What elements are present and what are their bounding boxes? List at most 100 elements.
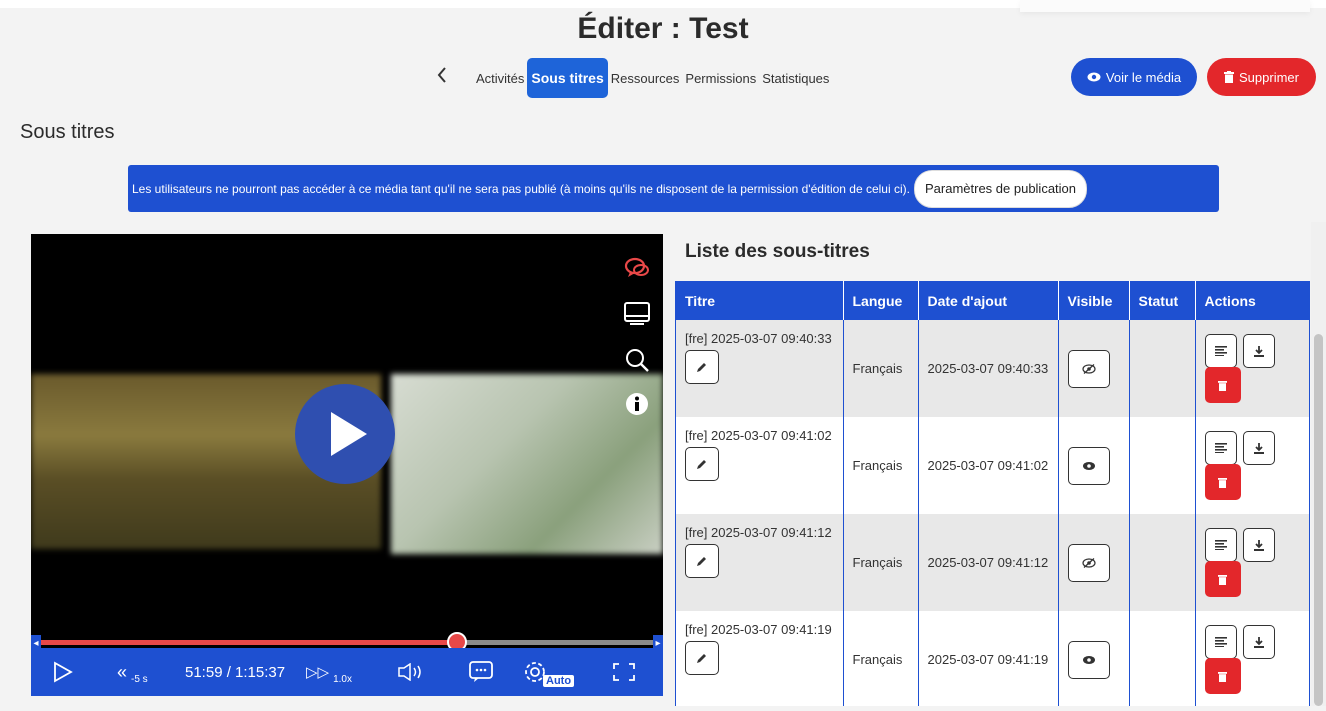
- text-lines-icon: [1214, 443, 1227, 453]
- tab-sous-titres[interactable]: Sous titres: [527, 58, 608, 98]
- subtitles-table: Titre Langue Date d'ajout Visible Statut…: [676, 281, 1309, 706]
- speed-label: 1.0x: [333, 673, 352, 685]
- chat-icon[interactable]: [621, 252, 653, 284]
- text-lines-icon: [1214, 540, 1227, 550]
- download-button[interactable]: [1242, 431, 1275, 465]
- delete-label: Supprimer: [1239, 69, 1299, 85]
- speed-button[interactable]: ▷▷ 1.0x: [306, 648, 352, 696]
- delete-subtitle-button[interactable]: [1204, 561, 1241, 597]
- eye-slash-icon: [1081, 557, 1096, 568]
- cell-language: Français: [843, 514, 919, 611]
- top-right-panel: [1020, 0, 1310, 12]
- visibility-toggle[interactable]: [1067, 349, 1110, 388]
- tab-activites[interactable]: Activités: [473, 71, 527, 86]
- eye-icon: [1082, 461, 1095, 470]
- download-button[interactable]: [1242, 334, 1275, 368]
- view-text-button[interactable]: [1204, 528, 1237, 562]
- subtitle-title: [fre] 2025-03-07 09:41:02: [685, 428, 832, 443]
- subtitles-table-wrap: Titre Langue Date d'ajout Visible Statut…: [675, 281, 1310, 706]
- pencil-icon: [697, 557, 706, 566]
- tab-permissions[interactable]: Permissions: [682, 71, 759, 86]
- trash-icon: [1218, 477, 1227, 488]
- video-player[interactable]: ◂ ▸ « -5 s 51:59 / 1:15:37 ▷▷ 1.0x Auto: [31, 234, 663, 696]
- progress-fill: [41, 640, 458, 645]
- trash-icon: [1218, 671, 1227, 682]
- delete-subtitle-button[interactable]: [1204, 658, 1241, 694]
- play-icon[interactable]: [53, 648, 73, 696]
- cell-date: 2025-03-07 09:41:19: [918, 611, 1059, 706]
- edit-button[interactable]: [685, 350, 719, 384]
- cell-status: [1129, 417, 1196, 514]
- subtitle-title: [fre] 2025-03-07 09:41:19: [685, 622, 832, 637]
- delete-subtitle-button[interactable]: [1204, 464, 1241, 500]
- subtitle-title: [fre] 2025-03-07 09:41:12: [685, 525, 832, 540]
- cell-date: 2025-03-07 09:41:02: [918, 417, 1059, 514]
- scroll-thumb[interactable]: [1314, 334, 1323, 706]
- visibility-toggle[interactable]: [1067, 446, 1110, 485]
- visibility-toggle[interactable]: [1067, 640, 1110, 679]
- table-header-row: Titre Langue Date d'ajout Visible Statut…: [676, 281, 1309, 320]
- download-icon: [1253, 443, 1264, 454]
- pencil-icon: [697, 363, 706, 372]
- fullscreen-icon[interactable]: [613, 648, 635, 696]
- eye-slash-icon: [1081, 363, 1096, 374]
- page-scrollbar[interactable]: [1311, 222, 1326, 706]
- subtitles-icon[interactable]: [469, 648, 493, 696]
- visibility-toggle[interactable]: [1067, 543, 1110, 582]
- cell-language: Français: [843, 611, 919, 706]
- edit-button[interactable]: [685, 641, 719, 675]
- view-media-label: Voir le média: [1105, 69, 1182, 85]
- cell-language: Français: [843, 320, 919, 417]
- cell-visible: [1058, 320, 1130, 417]
- download-button[interactable]: [1242, 528, 1275, 562]
- download-icon: [1253, 540, 1264, 551]
- time-display: 51:59 / 1:15:37: [185, 663, 286, 681]
- view-media-button[interactable]: Voir le média: [1071, 58, 1197, 96]
- cell-visible: [1058, 514, 1130, 611]
- edit-button[interactable]: [685, 447, 719, 481]
- col-date: Date d'ajout: [918, 281, 1059, 320]
- play-overlay-button[interactable]: [295, 384, 395, 484]
- tab-bar: Activités Sous titres Ressources Permiss…: [473, 57, 832, 99]
- screen-icon[interactable]: [621, 298, 653, 330]
- fast-forward-icon: ▷▷: [306, 664, 330, 681]
- table-row: [fre] 2025-03-07 09:41:12 Français 2025-…: [676, 514, 1309, 611]
- cell-actions: [1195, 611, 1309, 706]
- cell-visible: [1058, 611, 1130, 706]
- progress-bar[interactable]: [41, 632, 653, 652]
- col-actions: Actions: [1195, 281, 1309, 320]
- rewind-label: -5 s: [131, 673, 148, 685]
- delete-button[interactable]: Supprimer: [1207, 58, 1316, 96]
- tab-statistiques[interactable]: Statistiques: [759, 71, 832, 86]
- table-row: [fre] 2025-03-07 09:40:33 Français 2025-…: [676, 320, 1309, 417]
- delete-subtitle-button[interactable]: [1204, 367, 1241, 403]
- edit-button[interactable]: [685, 544, 719, 578]
- view-text-button[interactable]: [1204, 334, 1237, 368]
- cell-actions: [1195, 514, 1309, 611]
- player-controls: « -5 s 51:59 / 1:15:37 ▷▷ 1.0x Auto: [31, 648, 663, 696]
- cell-language: Français: [843, 417, 919, 514]
- rewind-button[interactable]: « -5 s: [117, 648, 148, 696]
- download-icon: [1253, 637, 1264, 648]
- pencil-icon: [697, 654, 706, 663]
- cell-title: [fre] 2025-03-07 09:41:19: [676, 611, 844, 706]
- cell-date: 2025-03-07 09:40:33: [918, 320, 1059, 417]
- volume-icon[interactable]: [397, 648, 425, 696]
- view-text-button[interactable]: [1204, 431, 1237, 465]
- trash-icon: [1218, 380, 1227, 391]
- col-langue: Langue: [843, 281, 919, 320]
- cell-title: [fre] 2025-03-07 09:41:02: [676, 417, 844, 514]
- cell-status: [1129, 514, 1196, 611]
- settings-button[interactable]: Auto: [523, 648, 575, 696]
- back-button[interactable]: [436, 64, 448, 90]
- info-icon[interactable]: [621, 388, 653, 420]
- publication-settings-button[interactable]: Paramètres de publication: [913, 169, 1088, 208]
- view-text-button[interactable]: [1204, 625, 1237, 659]
- table-row: [fre] 2025-03-07 09:41:19 Français 2025-…: [676, 611, 1309, 706]
- tab-ressources[interactable]: Ressources: [608, 71, 683, 86]
- subtitle-title: [fre] 2025-03-07 09:40:33: [685, 331, 832, 346]
- trash-icon: [1218, 574, 1227, 585]
- download-button[interactable]: [1242, 625, 1275, 659]
- search-icon[interactable]: [621, 344, 653, 376]
- cell-status: [1129, 320, 1196, 417]
